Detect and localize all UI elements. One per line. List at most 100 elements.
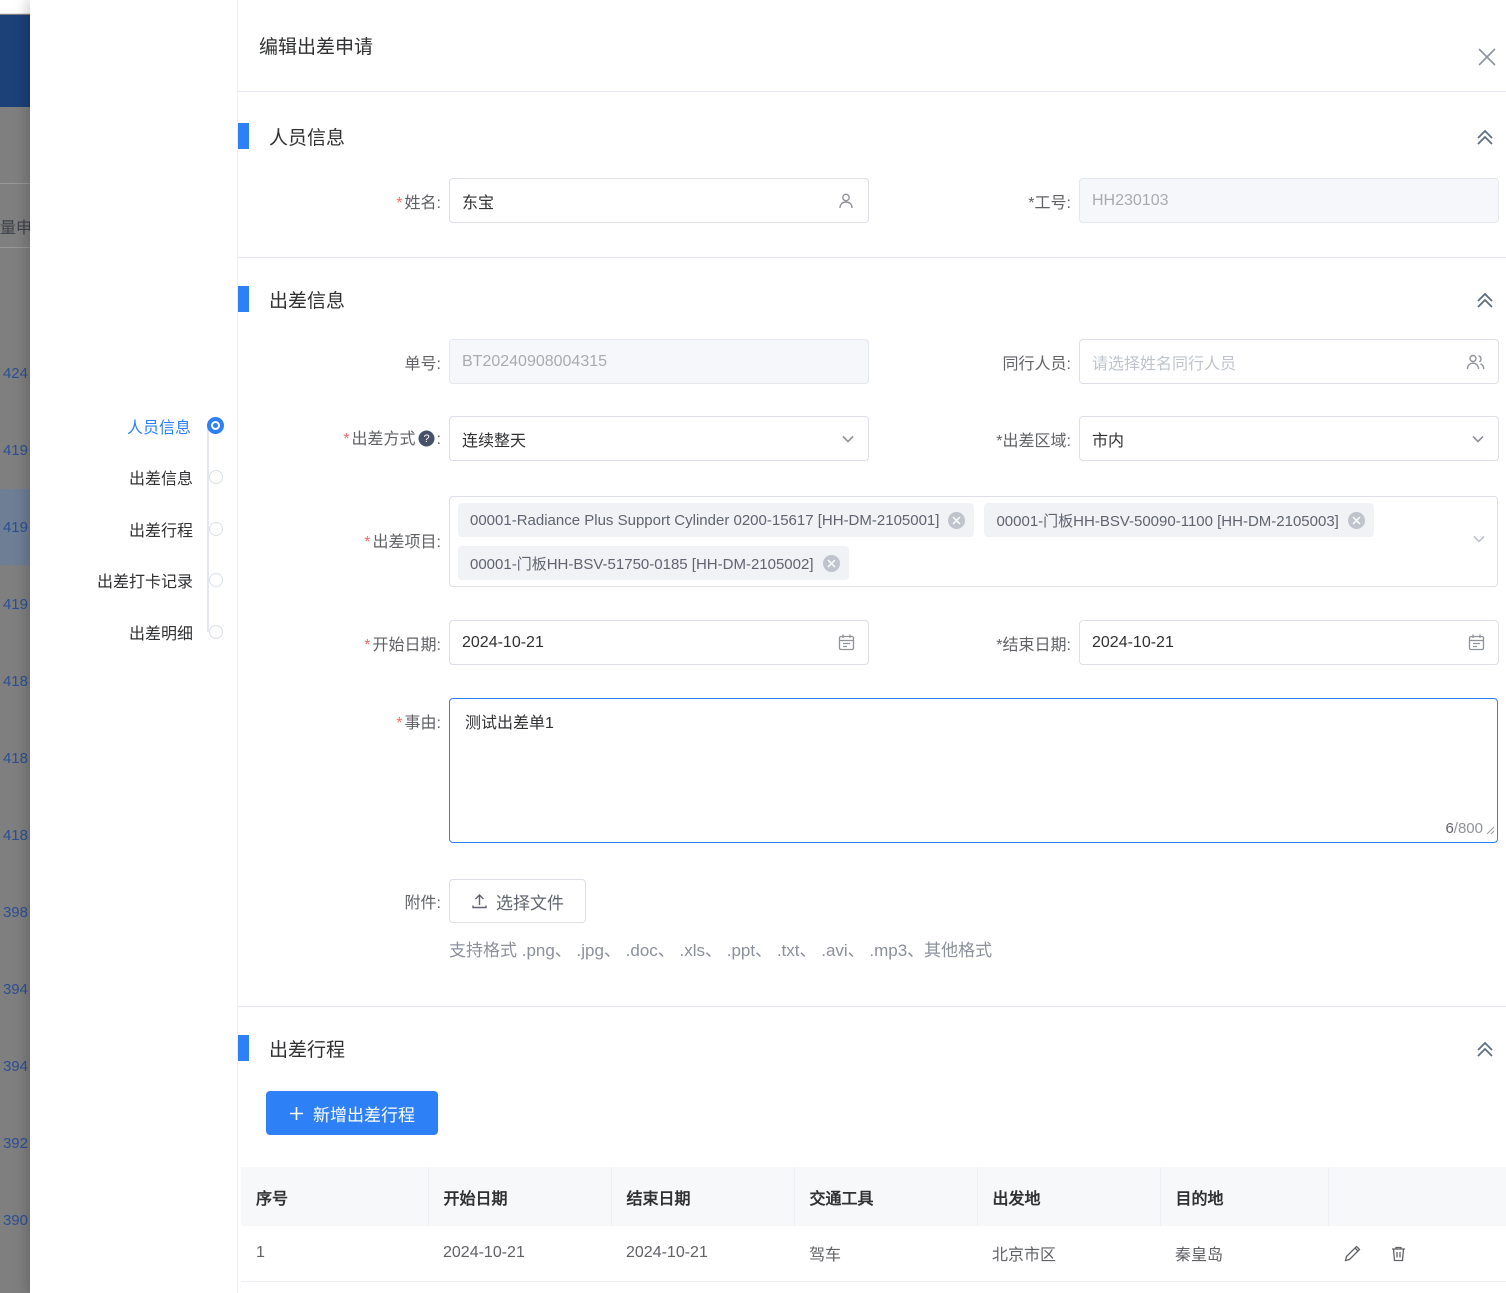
table-header-cell: 序号 (241, 1167, 428, 1226)
section-marker (238, 286, 249, 312)
section-trip-info: 出差信息 单号: BT20240908004315 同行人员: 请选择姓名同行人… (238, 258, 1506, 1007)
project-tag-label: 00001-门板HH-BSV-51750-0185 [HH-DM-2105002… (470, 553, 814, 574)
anchor-nav-label: 出差行程 (129, 517, 193, 541)
table-cell: 驾车 (794, 1226, 977, 1281)
background-row-number: 418 (0, 750, 28, 767)
project-tag: 00001-Radiance Plus Support Cylinder 020… (458, 503, 974, 537)
tag-close-icon[interactable] (948, 512, 965, 529)
background-row-number: 418 (0, 827, 28, 844)
trip-mode-label: *出差方式?: (238, 425, 449, 452)
background-row-number: 418 (0, 673, 28, 690)
calendar-icon (1467, 633, 1486, 652)
reason-label: *事由: (238, 698, 449, 733)
trip-area-label: *出差区域: (869, 427, 1079, 451)
tag-close-icon[interactable] (1348, 512, 1365, 529)
anchor-nav-item[interactable]: 出差明细 (30, 606, 237, 658)
modal-main: 编辑出差申请 人员信息 *姓名: 东宝 (237, 0, 1506, 1293)
background-topbar (0, 0, 30, 14)
order-no-input: BT20240908004315 (449, 339, 869, 384)
collapse-icon[interactable] (1474, 1038, 1496, 1065)
trip-area-value: 市内 (1092, 427, 1462, 451)
anchor-nav-item[interactable]: 出差打卡记录 (30, 555, 237, 607)
section-marker (238, 123, 249, 149)
table-row: 12024-10-212024-10-21驾车北京市区秦皇岛 (241, 1226, 1506, 1281)
companions-label: 同行人员: (869, 350, 1079, 374)
background-row-number: 424 (0, 365, 28, 382)
background-sidebar-fragment (0, 15, 30, 107)
project-tag-label: 00001-门板HH-BSV-50090-1100 [HH-DM-2105003… (996, 510, 1338, 531)
projects-multiselect[interactable]: 00001-Radiance Plus Support Cylinder 020… (449, 496, 1498, 587)
step-dot (209, 573, 223, 587)
reason-value: 测试出差单1 (465, 715, 554, 732)
table-cell: 秦皇岛 (1160, 1226, 1328, 1281)
name-label: *姓名: (238, 189, 449, 213)
project-tag-label: 00001-Radiance Plus Support Cylinder 020… (470, 512, 939, 529)
section-personnel: 人员信息 *姓名: 东宝 *工号: HH230103 (238, 92, 1506, 258)
help-icon[interactable]: ? (418, 430, 435, 452)
collapse-icon[interactable] (1474, 289, 1496, 316)
resize-handle-icon[interactable] (1485, 822, 1495, 840)
delete-row-icon[interactable] (1389, 1244, 1408, 1263)
calendar-icon (837, 633, 856, 652)
reason-textarea[interactable]: 测试出差单1 6/800 (449, 698, 1498, 843)
background-partial-text: 量申 (0, 214, 30, 238)
background-divider (0, 247, 30, 248)
name-value: 东宝 (462, 189, 828, 213)
section-marker (238, 1035, 249, 1061)
attachment-label: 附件: (238, 889, 449, 913)
choose-file-button[interactable]: 选择文件 (449, 879, 586, 923)
anchor-nav-item[interactable]: 人员信息 (30, 400, 237, 452)
add-itinerary-button[interactable]: 新增出差行程 (266, 1091, 438, 1135)
anchor-nav-item[interactable]: 出差信息 (30, 452, 237, 504)
anchor-nav-label: 出差打卡记录 (97, 568, 193, 592)
char-counter: 6/800 (1445, 820, 1483, 837)
anchor-nav-item[interactable]: 出差行程 (30, 503, 237, 555)
people-icon (1465, 352, 1486, 372)
end-date-input[interactable]: 2024-10-21 (1079, 620, 1499, 665)
modal-header: 编辑出差申请 (238, 0, 1506, 92)
modal-title: 编辑出差申请 (259, 32, 373, 59)
background-row-number: 390 (0, 1212, 28, 1229)
employee-id-label: *工号: (869, 189, 1079, 213)
attachment-hint: 支持格式 .png、 .jpg、 .doc、 .xls、 .ppt、 .txt、… (238, 936, 1506, 961)
project-tag: 00001-门板HH-BSV-51750-0185 [HH-DM-2105002… (458, 546, 849, 580)
anchor-nav-label: 人员信息 (127, 414, 191, 438)
section-title-itinerary: 出差行程 (269, 1035, 345, 1062)
trip-mode-select[interactable]: 连续整天 (449, 416, 869, 461)
start-date-input[interactable]: 2024-10-21 (449, 620, 869, 665)
projects-label: *出差项目: (238, 496, 449, 552)
upload-icon (471, 893, 488, 910)
edit-row-icon[interactable] (1343, 1244, 1362, 1263)
tag-close-icon[interactable] (823, 555, 840, 572)
table-header-cell: 结束日期 (611, 1167, 794, 1226)
edit-trip-drawer: 人员信息出差信息出差行程出差打卡记录出差明细 编辑出差申请 人员信息 *姓名: (30, 0, 1506, 1293)
table-header-cell: 交通工具 (794, 1167, 977, 1226)
section-title-trip: 出差信息 (269, 286, 345, 313)
start-date-value: 2024-10-21 (462, 634, 829, 652)
anchor-nav-label: 出差信息 (129, 465, 193, 489)
anchor-nav: 人员信息出差信息出差行程出差打卡记录出差明细 (30, 400, 237, 658)
employee-id-value: HH230103 (1092, 192, 1486, 210)
background-row-number: 394 (0, 981, 28, 998)
anchor-nav-label: 出差明细 (129, 620, 193, 644)
order-no-value: BT20240908004315 (462, 353, 856, 371)
table-cell: 北京市区 (977, 1226, 1160, 1281)
order-no-label: 单号: (238, 350, 449, 374)
table-cell: 2024-10-21 (611, 1226, 794, 1281)
name-input[interactable]: 东宝 (449, 178, 869, 223)
section-title-personnel: 人员信息 (269, 123, 345, 150)
chevron-down-icon (1470, 431, 1486, 447)
project-tag: 00001-门板HH-BSV-50090-1100 [HH-DM-2105003… (984, 503, 1373, 537)
section-itinerary: 出差行程 新增出差行程 序号开始日期结束日期交通工具出发地目的地 12024-1… (238, 1007, 1506, 1282)
close-icon[interactable] (1474, 44, 1500, 70)
background-row-number: 419 (0, 442, 28, 459)
step-dot (209, 625, 223, 639)
table-header-cell: 目的地 (1160, 1167, 1328, 1226)
companions-input[interactable]: 请选择姓名同行人员 (1079, 339, 1499, 384)
plus-icon (289, 1106, 304, 1121)
chevron-down-icon (1471, 531, 1487, 552)
trip-area-select[interactable]: 市内 (1079, 416, 1499, 461)
collapse-icon[interactable] (1474, 126, 1496, 153)
companions-placeholder: 请选择姓名同行人员 (1092, 350, 1457, 374)
employee-id-input: HH230103 (1079, 178, 1499, 223)
